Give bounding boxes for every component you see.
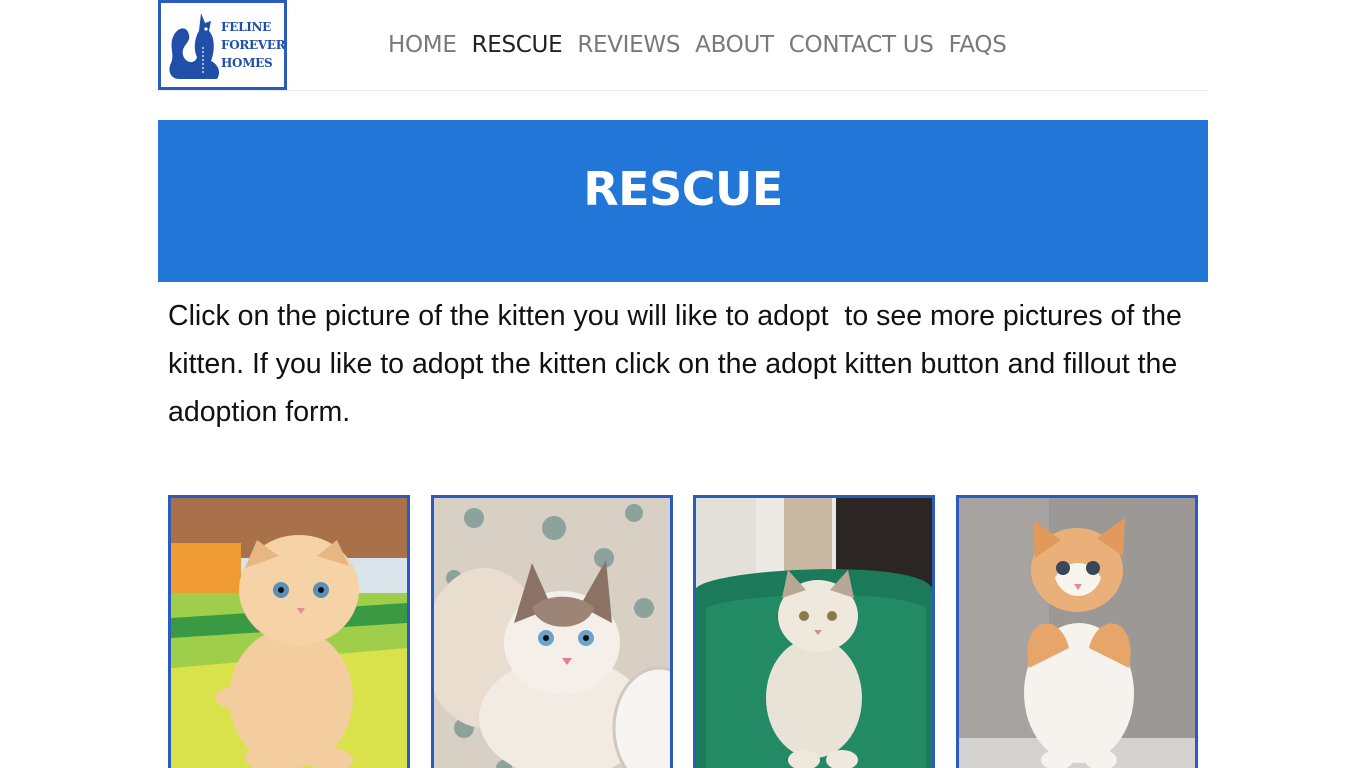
page-banner: RESCUE <box>158 120 1208 282</box>
site-logo[interactable]: FELINE FOREVER HOMES <box>158 0 287 90</box>
nav-reviews[interactable]: REVIEWS <box>577 30 680 60</box>
logo-wordmark: FELINE FOREVER HOMES <box>221 18 286 72</box>
main-nav: HOME RESCUE REVIEWS ABOUT CONTACT US FAQ… <box>388 30 1007 60</box>
cat-logo-icon <box>169 13 219 79</box>
logo-line: FELINE <box>221 20 272 34</box>
kitten-card[interactable] <box>956 495 1198 768</box>
nav-home[interactable]: HOME <box>388 30 457 60</box>
kitten-card[interactable] <box>693 495 935 768</box>
kitten-card[interactable] <box>431 495 673 768</box>
intro-text: Click on the picture of the kitten you w… <box>168 300 1190 428</box>
logo-line: FOREVER <box>221 38 286 52</box>
page-title: RESCUE <box>583 161 783 216</box>
site-header: FELINE FOREVER HOMES HOME RESCUE REVIEWS… <box>158 0 1208 91</box>
kitten-card[interactable] <box>168 495 410 768</box>
nav-contact-us[interactable]: CONTACT US <box>789 30 934 60</box>
nav-faqs[interactable]: FAQS <box>949 30 1007 60</box>
ginger-kitten-photo-icon <box>959 498 1195 768</box>
fluffy-kitten-photo-icon <box>696 498 932 768</box>
kitten-gallery <box>168 495 1198 768</box>
nav-rescue[interactable]: RESCUE <box>472 30 563 60</box>
orange-kitten-photo-icon <box>171 498 407 768</box>
logo-line: HOMES <box>221 56 273 70</box>
nav-about[interactable]: ABOUT <box>695 30 774 60</box>
ragdoll-kitten-photo-icon <box>434 498 670 768</box>
